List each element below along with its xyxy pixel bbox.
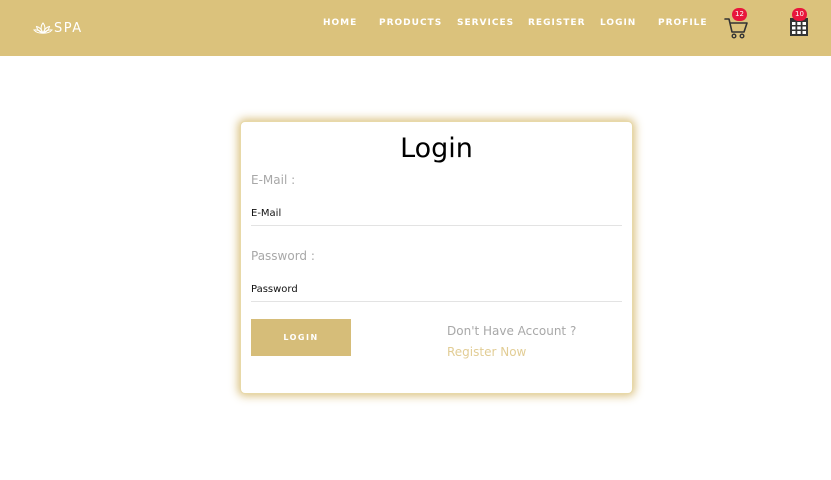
email-input[interactable] — [251, 202, 622, 226]
password-label: Password : — [251, 249, 315, 263]
password-input[interactable] — [251, 278, 622, 302]
lotus-icon — [33, 22, 53, 34]
nav-home[interactable]: HOME — [323, 17, 357, 29]
nav-profile[interactable]: PROFILE — [658, 17, 708, 29]
cart-count-badge: 12 — [732, 8, 747, 21]
nav-register[interactable]: REGISTER — [528, 17, 586, 29]
nav-services[interactable]: SERVICES — [457, 17, 514, 29]
register-now-link[interactable]: Register Now — [447, 345, 526, 359]
nav-products[interactable]: PRODUCTS — [379, 17, 442, 29]
login-title: Login — [400, 133, 473, 164]
nav-login[interactable]: LOGIN — [600, 17, 636, 29]
calendar-count-badge: 10 — [792, 8, 807, 21]
brand-logo[interactable]: SPA — [33, 20, 83, 38]
brand-name: SPA — [54, 21, 83, 36]
cart-button[interactable]: 12 — [723, 8, 749, 40]
register-note: Don't Have Account ? Register Now — [447, 321, 627, 363]
navbar: SPA HOME PRODUCTS SERVICES REGISTER LOGI… — [0, 0, 831, 56]
login-card: Login E-Mail : Password : LOGIN Don't Ha… — [240, 121, 633, 394]
calendar-button[interactable]: 10 — [789, 8, 809, 38]
email-label: E-Mail : — [251, 173, 296, 187]
login-button[interactable]: LOGIN — [251, 319, 351, 356]
register-prompt: Don't Have Account ? — [447, 324, 577, 338]
